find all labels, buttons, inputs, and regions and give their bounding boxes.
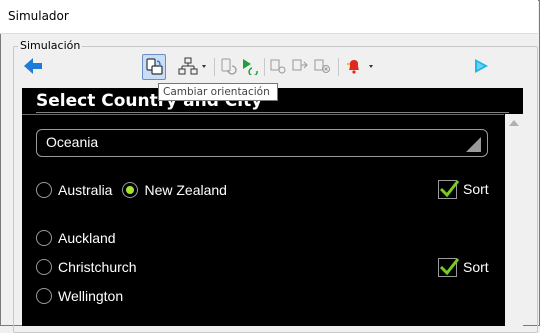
radio-label-wellington: Wellington (58, 288, 124, 304)
radio-wellington[interactable] (36, 288, 52, 304)
dropdown-arrow-icon (466, 137, 481, 152)
radio-christchurch[interactable] (36, 259, 52, 275)
radio-label-christchurch: Christchurch (58, 259, 137, 275)
radio-australia[interactable] (36, 182, 52, 198)
step-button[interactable] (268, 54, 288, 78)
checkbox[interactable] (438, 179, 460, 199)
hierarchy-icon (178, 57, 206, 75)
toolbar-separator (338, 58, 339, 76)
country-radio-group: Australia New Zealand (36, 180, 237, 200)
country-sort-checkbox[interactable]: Sort (438, 178, 489, 200)
app-body: Oceania Australia New Zealand Sort Auckl… (22, 114, 504, 327)
vertical-scrollbar[interactable] (505, 114, 523, 326)
play-refresh-icon (243, 59, 258, 75)
city-option-auckland: Auckland (36, 228, 126, 248)
step-icon (270, 59, 286, 74)
step-into-button[interactable] (290, 54, 310, 78)
city-option-christchurch: Christchurch (36, 257, 147, 277)
radio-label-australia: Australia (58, 182, 113, 198)
reset-device-icon (221, 58, 237, 75)
toolbar (20, 54, 530, 80)
city-option-wellington: Wellington (36, 286, 133, 306)
checkmark-icon (439, 257, 460, 275)
toolbar-separator (264, 58, 265, 76)
notifications-dropdown-button[interactable] (344, 54, 376, 78)
radio-new-zealand[interactable] (122, 182, 139, 198)
region-dropdown[interactable]: Oceania (36, 129, 488, 157)
bell-alert-icon (347, 60, 373, 74)
step-into-icon (292, 59, 308, 71)
tooltip: Cambiar orientación (158, 83, 278, 101)
rotate-orientation-button[interactable] (142, 54, 166, 80)
radio-label-auckland: Auckland (58, 230, 116, 246)
title-bar: Simulador (0, 0, 538, 34)
arrow-left-icon (24, 58, 42, 74)
hierarchy-dropdown-button[interactable] (176, 54, 210, 78)
simulator-screen: Select Country and City Oceania Australi… (22, 88, 523, 326)
radio-label-new-zealand: New Zealand (144, 182, 227, 198)
city-sort-checkbox[interactable]: Sort (438, 256, 489, 278)
region-dropdown-value: Oceania (46, 134, 99, 150)
checkmark-icon (439, 179, 460, 197)
window-title: Simulador (8, 9, 69, 23)
checkbox[interactable] (438, 257, 460, 277)
header-divider (36, 112, 509, 113)
reset-button[interactable] (218, 54, 238, 78)
sort-label: Sort (463, 181, 489, 197)
scroll-up-icon[interactable] (509, 120, 519, 126)
play-icon (475, 59, 488, 73)
back-button[interactable] (22, 54, 44, 78)
simulation-group-label: Simulación (18, 39, 83, 52)
sort-label: Sort (463, 259, 489, 275)
step-out-button[interactable] (312, 54, 332, 78)
toolbar-separator (214, 58, 215, 76)
radio-auckland[interactable] (36, 230, 52, 246)
run-refresh-button[interactable] (240, 54, 260, 78)
play-button[interactable] (470, 54, 492, 78)
step-out-icon (314, 59, 330, 73)
rotate-device-icon (146, 58, 163, 75)
